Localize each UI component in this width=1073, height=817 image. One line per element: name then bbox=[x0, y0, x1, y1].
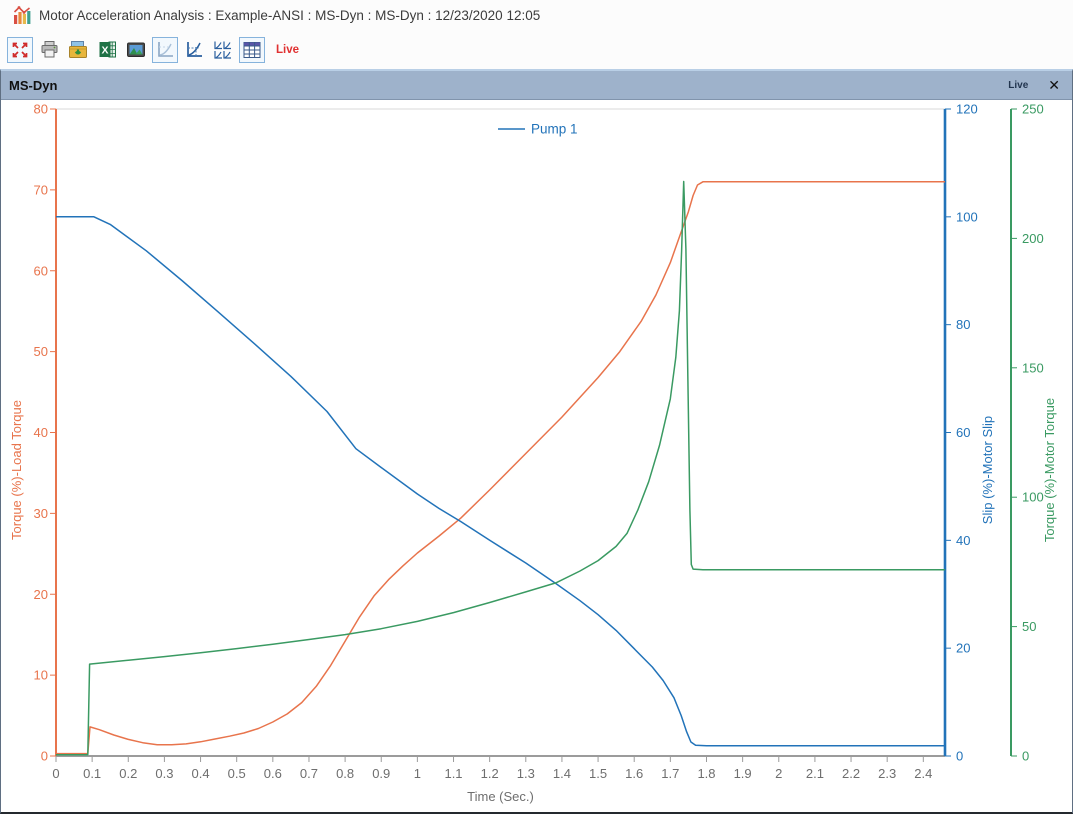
x-tick-label: 1.4 bbox=[553, 766, 571, 781]
x-tick-label: 0.1 bbox=[83, 766, 101, 781]
panel-header: MS-Dyn Live ✕ bbox=[1, 71, 1072, 100]
print-icon bbox=[40, 40, 59, 59]
x-tick-label: 1.1 bbox=[444, 766, 462, 781]
x-tick-label: 2 bbox=[775, 766, 782, 781]
print-button[interactable] bbox=[36, 37, 62, 63]
x-tick-label: 2.2 bbox=[842, 766, 860, 781]
toolbar: X bbox=[0, 30, 1073, 69]
y-tick-label: 60 bbox=[956, 425, 970, 440]
fullscreen-icon bbox=[11, 41, 29, 59]
x-tick-label: 1.6 bbox=[625, 766, 643, 781]
fullscreen-button[interactable] bbox=[7, 37, 33, 63]
plot-options-button[interactable] bbox=[181, 37, 207, 63]
y-axis-title: Slip (%)-Motor Slip bbox=[980, 416, 995, 524]
y-tick-label: 40 bbox=[956, 533, 970, 548]
export-excel-button[interactable]: X bbox=[94, 37, 120, 63]
x-tick-label: 1.3 bbox=[517, 766, 535, 781]
titlebar: Motor Acceleration Analysis : Example-AN… bbox=[0, 0, 1073, 30]
y-tick-label: 40 bbox=[34, 425, 48, 440]
series-motor-slip bbox=[56, 217, 945, 746]
close-icon[interactable]: ✕ bbox=[1048, 78, 1060, 92]
x-tick-label: 0.5 bbox=[228, 766, 246, 781]
y-tick-label: 150 bbox=[1022, 360, 1044, 375]
y-axis-title: Torque (%)-Load Torque bbox=[9, 400, 24, 540]
y-tick-label: 0 bbox=[956, 749, 963, 764]
x-tick-label: 2.4 bbox=[914, 766, 932, 781]
x-tick-label: 0.2 bbox=[119, 766, 137, 781]
y-tick-label: 50 bbox=[1022, 619, 1036, 634]
export-package-button[interactable] bbox=[65, 37, 91, 63]
panel-title: MS-Dyn bbox=[9, 78, 1008, 93]
y-tick-label: 70 bbox=[34, 182, 48, 197]
x-tick-label: 0 bbox=[52, 766, 59, 781]
export-image-icon bbox=[126, 40, 146, 60]
y-tick-label: 60 bbox=[34, 263, 48, 278]
x-tick-label: 0.4 bbox=[192, 766, 210, 781]
window-title: Motor Acceleration Analysis : Example-AN… bbox=[39, 8, 540, 23]
panel-live-badge: Live bbox=[1008, 80, 1028, 91]
app-chart-icon bbox=[13, 6, 32, 25]
x-tick-label: 2.3 bbox=[878, 766, 896, 781]
x-tick-label: 1.9 bbox=[734, 766, 752, 781]
svg-text:X: X bbox=[101, 45, 108, 57]
y-tick-label: 100 bbox=[1022, 490, 1044, 505]
y-tick-label: 200 bbox=[1022, 231, 1044, 246]
y-tick-label: 50 bbox=[34, 344, 48, 359]
y-tick-label: 20 bbox=[956, 641, 970, 656]
y-tick-label: 80 bbox=[34, 102, 48, 117]
y-tick-label: 120 bbox=[956, 102, 978, 117]
y-axis-title: Torque (%)-Motor Torque bbox=[1042, 398, 1057, 542]
x-tick-label: 1.7 bbox=[661, 766, 679, 781]
table-view-icon bbox=[242, 40, 262, 60]
plot-options-icon bbox=[184, 40, 204, 60]
x-tick-label: 1.5 bbox=[589, 766, 607, 781]
y-tick-label: 30 bbox=[34, 506, 48, 521]
x-tick-label: 0.9 bbox=[372, 766, 390, 781]
y-tick-label: 20 bbox=[34, 587, 48, 602]
x-tick-label: 1.8 bbox=[697, 766, 715, 781]
export-excel-icon: X bbox=[98, 40, 117, 59]
legend-label: Pump 1 bbox=[531, 122, 578, 137]
acceleration-chart: 0 0.1 0.2 0.3 0.4 0.5 0.6 0.7 0.8 0.9 1 1.1 1.2 1.3 1.… bbox=[1, 100, 1072, 812]
x-tick-label: 0.3 bbox=[155, 766, 173, 781]
series-motor-torque bbox=[56, 182, 945, 755]
x-tick-label: 1 bbox=[414, 766, 421, 781]
x-tick-label: 0.8 bbox=[336, 766, 354, 781]
y-tick-label: 100 bbox=[956, 209, 978, 224]
export-package-icon bbox=[68, 40, 88, 60]
y-tick-label: 10 bbox=[34, 668, 48, 683]
x-tick-label: 0.6 bbox=[264, 766, 282, 781]
x-tick-label: 0.7 bbox=[300, 766, 318, 781]
x-tick-label: 2.1 bbox=[806, 766, 824, 781]
plot-view-icon bbox=[155, 40, 175, 60]
export-image-button[interactable] bbox=[123, 37, 149, 63]
table-view-button[interactable] bbox=[239, 37, 265, 63]
y-tick-label: 80 bbox=[956, 317, 970, 332]
multi-plot-button[interactable] bbox=[210, 37, 236, 63]
chart-panel: 0 0.1 0.2 0.3 0.4 0.5 0.6 0.7 0.8 0.9 1 1.1 1.2 1.3 1.… bbox=[1, 100, 1072, 812]
x-axis-title: Time (Sec.) bbox=[467, 789, 534, 804]
y-tick-label: 0 bbox=[1022, 749, 1029, 764]
series-load-torque bbox=[56, 182, 945, 754]
x-tick-label: 1.2 bbox=[481, 766, 499, 781]
ms-dyn-window: MS-Dyn Live ✕ 00.10.20.30.40.50.60.70.80… bbox=[0, 69, 1073, 814]
multi-plot-icon bbox=[213, 40, 233, 60]
plot-view-button[interactable] bbox=[152, 37, 178, 63]
y-tick-label: 0 bbox=[41, 749, 48, 764]
toolbar-live-label: Live bbox=[276, 44, 299, 56]
y-tick-label: 250 bbox=[1022, 102, 1044, 117]
